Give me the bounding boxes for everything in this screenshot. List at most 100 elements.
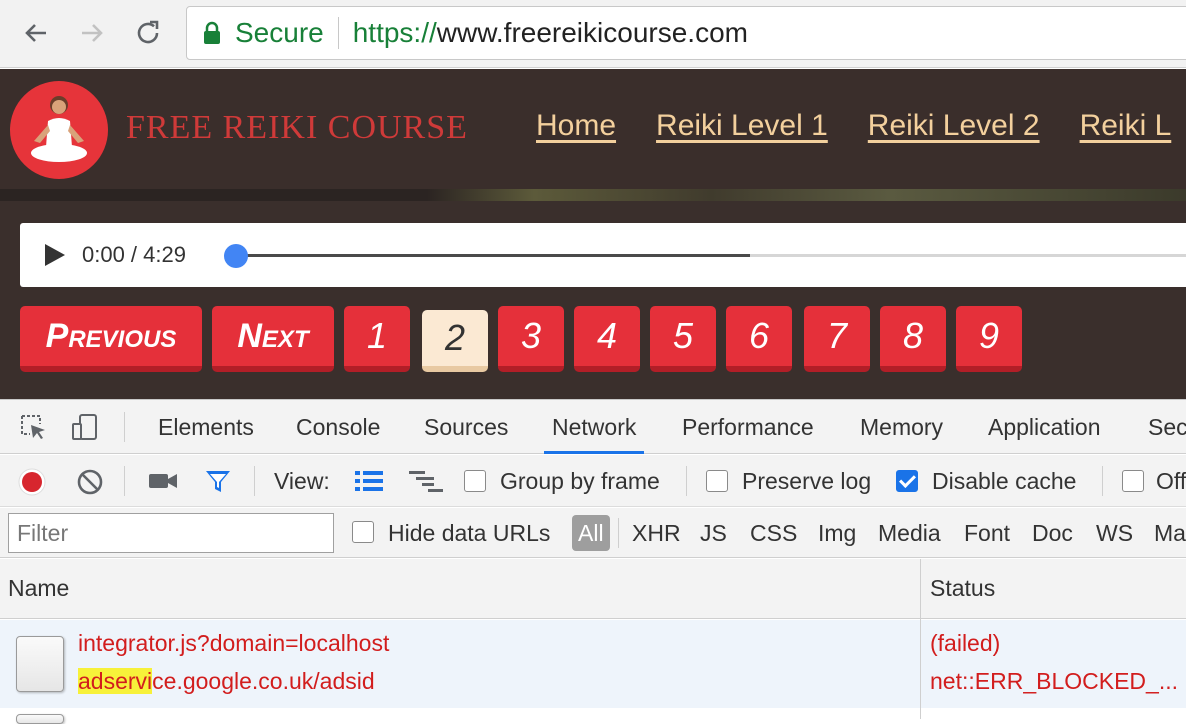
network-table-header: Name Status: [0, 559, 1186, 619]
address-bar[interactable]: Secure https:// www.freereikicourse.com: [186, 6, 1186, 60]
site-logo-text[interactable]: FREE REIKI COURSE: [126, 109, 468, 147]
play-icon[interactable]: [42, 243, 66, 267]
page-button-4[interactable]: 4: [574, 306, 640, 372]
column-header-name[interactable]: Name: [8, 559, 69, 619]
page-button-6[interactable]: 6: [726, 306, 792, 372]
filter-type-all[interactable]: All: [572, 515, 610, 551]
network-toolbar: View: Group by frame Preserve log Disabl…: [0, 455, 1186, 507]
preserve-log-label: Preserve log: [742, 468, 872, 494]
tab-elements[interactable]: Elements: [158, 400, 254, 454]
filter-type-xhr[interactable]: XHR: [632, 508, 681, 558]
tab-sec[interactable]: Sec: [1148, 400, 1186, 454]
nav-reiki-level-more[interactable]: Reiki L: [1080, 109, 1172, 143]
page-button-5[interactable]: 5: [650, 306, 716, 372]
filter-divider: [618, 518, 619, 548]
filter-type-font[interactable]: Font: [964, 508, 1010, 558]
tab-network[interactable]: Network: [544, 400, 645, 454]
search-highlight: adservi: [78, 668, 153, 694]
filter-type-js[interactable]: JS: [700, 508, 727, 558]
request-status-detail: net::ERR_BLOCKED_...: [930, 668, 1178, 694]
table-row[interactable]: [0, 708, 1186, 724]
url-scheme: https://: [352, 17, 437, 48]
filter-type-ma[interactable]: Ma: [1154, 508, 1186, 558]
disable-cache-checkbox[interactable]: [896, 470, 918, 492]
audio-player: 0:00 / 4:29: [20, 223, 1186, 287]
site-header: FREE REIKI COURSE Home Reiki Level 1 Rei…: [0, 69, 1186, 189]
page-button-8[interactable]: 8: [880, 306, 946, 372]
previous-button[interactable]: Previous: [20, 306, 202, 372]
device-toolbar-icon[interactable]: [70, 412, 100, 442]
audio-buffered: [236, 254, 750, 257]
next-button[interactable]: Next: [212, 306, 334, 372]
back-arrow-icon: [25, 24, 46, 42]
nav-home[interactable]: Home: [536, 109, 616, 143]
toolbar-divider: [254, 466, 255, 496]
column-divider[interactable]: [920, 559, 921, 719]
reload-icon: [137, 20, 159, 44]
filter-type-ws[interactable]: WS: [1096, 508, 1133, 558]
offline-checkbox[interactable]: [1122, 470, 1144, 492]
group-by-frame-checkbox[interactable]: [464, 470, 486, 492]
secure-label: Secure: [235, 17, 324, 48]
back-button[interactable]: [18, 14, 54, 52]
table-row[interactable]: integrator.js?domain=localhost adservice…: [0, 620, 1186, 708]
inspect-element-icon[interactable]: [18, 412, 48, 442]
view-label: View:: [274, 468, 330, 494]
record-icon[interactable]: [18, 468, 46, 496]
filter-funnel-icon[interactable]: [204, 467, 232, 495]
website-viewport: FREE REIKI COURSE Home Reiki Level 1 Rei…: [0, 69, 1186, 399]
hide-data-urls-checkbox[interactable]: [352, 521, 374, 543]
page-button-1[interactable]: 1: [344, 306, 410, 372]
column-header-status[interactable]: Status: [930, 559, 995, 619]
url-host: www.freereikicourse.com: [436, 17, 748, 48]
omnibox-divider: [337, 17, 339, 49]
site-logo[interactable]: [10, 81, 108, 179]
request-status: (failed): [930, 630, 1001, 656]
toolbar-divider: [1102, 466, 1103, 496]
offline-label: Off: [1156, 468, 1186, 494]
tab-console[interactable]: Console: [296, 400, 380, 454]
hide-data-urls-label: Hide data URLs: [388, 520, 551, 546]
group-by-frame-label: Group by frame: [500, 468, 660, 494]
tab-memory[interactable]: Memory: [860, 400, 943, 454]
request-url-rest: ce.google.co.uk/adsid: [152, 668, 375, 694]
request-url: adservice.google.co.uk/adsid: [78, 668, 375, 695]
toolbar-divider: [686, 466, 687, 496]
nav-reiki-level-1[interactable]: Reiki Level 1: [656, 109, 828, 143]
filter-type-media[interactable]: Media: [878, 508, 941, 558]
document-file-icon: [16, 714, 64, 724]
request-name: integrator.js?domain=localhost: [78, 630, 390, 656]
audio-scrub-knob[interactable]: [224, 244, 248, 268]
waterfall-overview-icon[interactable]: [408, 470, 444, 492]
filter-type-img[interactable]: Img: [818, 508, 856, 558]
forward-button[interactable]: [74, 14, 110, 52]
page-button-7[interactable]: 7: [804, 306, 870, 372]
tabbar-divider: [124, 412, 125, 442]
filter-type-doc[interactable]: Doc: [1032, 508, 1073, 558]
filter-type-css[interactable]: CSS: [750, 508, 797, 558]
devtools-tabbar: Elements Console Sources Network Performance…: [0, 400, 1186, 454]
toolbar-divider: [124, 466, 125, 496]
clear-icon[interactable]: [76, 468, 104, 496]
reload-button[interactable]: [130, 14, 166, 52]
filter-input[interactable]: [8, 513, 334, 553]
tab-performance[interactable]: Performance: [682, 400, 814, 454]
preserve-log-checkbox[interactable]: [706, 470, 728, 492]
page-button-3[interactable]: 3: [498, 306, 564, 372]
devtools-panel: Elements Console Sources Network Performance…: [0, 399, 1186, 724]
lock-icon: [204, 21, 220, 44]
screenshot-camera-icon[interactable]: [148, 469, 178, 493]
tab-sources[interactable]: Sources: [424, 400, 508, 454]
tab-application[interactable]: Application: [988, 400, 1101, 454]
nav-reiki-level-2[interactable]: Reiki Level 2: [868, 109, 1040, 143]
page-button-9[interactable]: 9: [956, 306, 1022, 372]
disable-cache-label: Disable cache: [932, 468, 1077, 494]
browser-toolbar: Secure https:// www.freereikicourse.com: [0, 0, 1186, 68]
meditation-figure-icon: [31, 96, 87, 162]
forward-arrow-icon: [82, 24, 103, 42]
site-nav: Home Reiki Level 1 Reiki Level 2 Reiki L: [536, 109, 1171, 143]
audio-time: 0:00 / 4:29: [82, 242, 186, 267]
page-button-2[interactable]: 2: [422, 310, 488, 372]
large-rows-icon[interactable]: [354, 470, 384, 492]
network-filter-bar: Hide data URLs All XHR JS CSS Img Media Font Do…: [0, 508, 1186, 558]
